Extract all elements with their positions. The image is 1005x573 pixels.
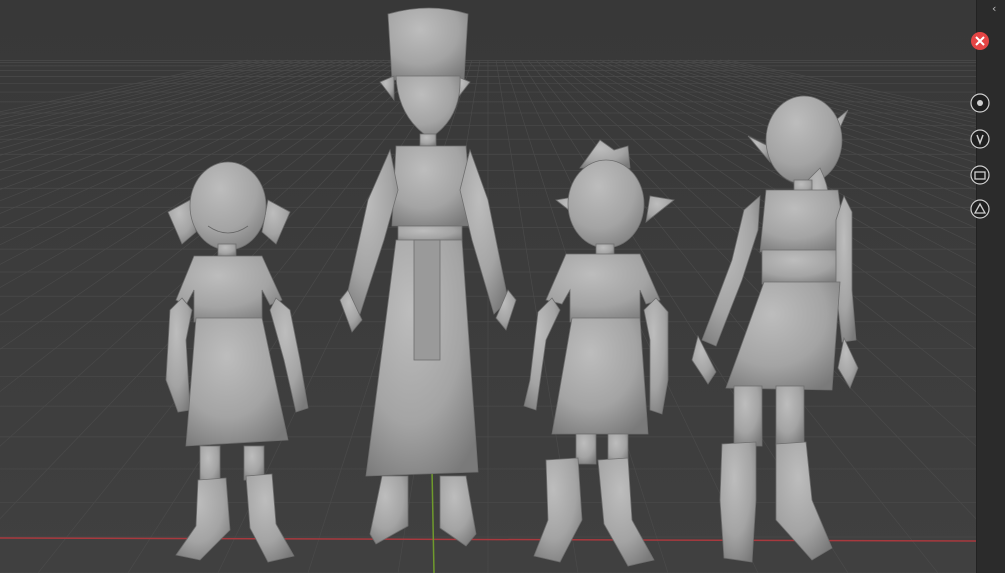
right-side-toolbar: ‹ bbox=[970, 0, 1005, 573]
chevron-left-icon[interactable]: ‹ bbox=[992, 2, 1004, 16]
viewport-scene[interactable] bbox=[0, 0, 976, 573]
ortho-toggle-icon bbox=[970, 199, 990, 219]
rotate-gizmo-icon bbox=[970, 93, 990, 113]
rotate-gizmo-button[interactable] bbox=[970, 90, 1005, 116]
3d-viewport[interactable] bbox=[0, 0, 976, 573]
pan-hand-icon bbox=[970, 129, 990, 149]
camera-button[interactable] bbox=[970, 162, 1005, 188]
close-circle-icon bbox=[971, 32, 989, 50]
close-circle-button[interactable] bbox=[971, 28, 1005, 54]
camera-icon bbox=[970, 165, 990, 185]
ortho-toggle-button[interactable] bbox=[970, 196, 1005, 222]
pan-hand-button[interactable] bbox=[970, 126, 1005, 152]
